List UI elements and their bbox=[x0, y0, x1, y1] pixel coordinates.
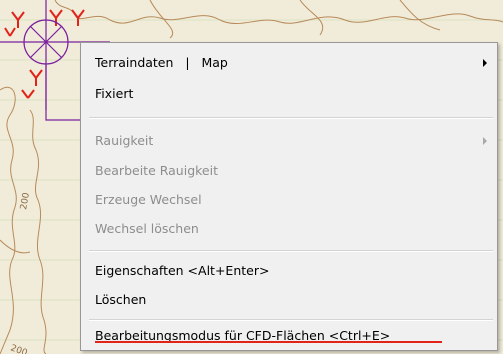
menu-item-roughness-label: Rauigkeit bbox=[95, 133, 154, 148]
menu-item-terrain-map[interactable]: Terraindaten | Map bbox=[95, 52, 497, 74]
menu-item-properties[interactable]: Eigenschaften <Alt+Enter> bbox=[95, 260, 497, 282]
highlight-underline bbox=[95, 341, 442, 343]
menu-item-cfd-edit-mode[interactable]: Bearbeitungsmodus für CFD-Flächen <Ctrl+… bbox=[95, 325, 497, 347]
menu-item-fixed[interactable]: Fixiert bbox=[95, 83, 497, 105]
menu-separator bbox=[89, 117, 493, 119]
context-menu: Terraindaten | Map Fixiert Rauigkeit Bearb… bbox=[80, 42, 498, 351]
menu-item-delete-switch[interactable]: Wechsel löschen bbox=[95, 218, 497, 240]
submenu-arrow-icon bbox=[483, 59, 487, 67]
submenu-arrow-icon bbox=[483, 137, 487, 145]
menu-item-create-switch[interactable]: Erzeuge Wechsel bbox=[95, 189, 497, 211]
menu-item-terrain-label: Terraindaten bbox=[95, 55, 174, 70]
menu-separator bbox=[89, 319, 493, 321]
menu-item-roughness[interactable]: Rauigkeit bbox=[95, 130, 497, 152]
menu-item-map-label: Map bbox=[201, 55, 228, 70]
menu-separator bbox=[89, 250, 493, 252]
menu-item-separator-pipe: | bbox=[185, 55, 190, 70]
menu-item-delete[interactable]: Löschen bbox=[95, 289, 497, 311]
menu-item-edit-roughness[interactable]: Bearbeite Rauigkeit bbox=[95, 160, 497, 182]
